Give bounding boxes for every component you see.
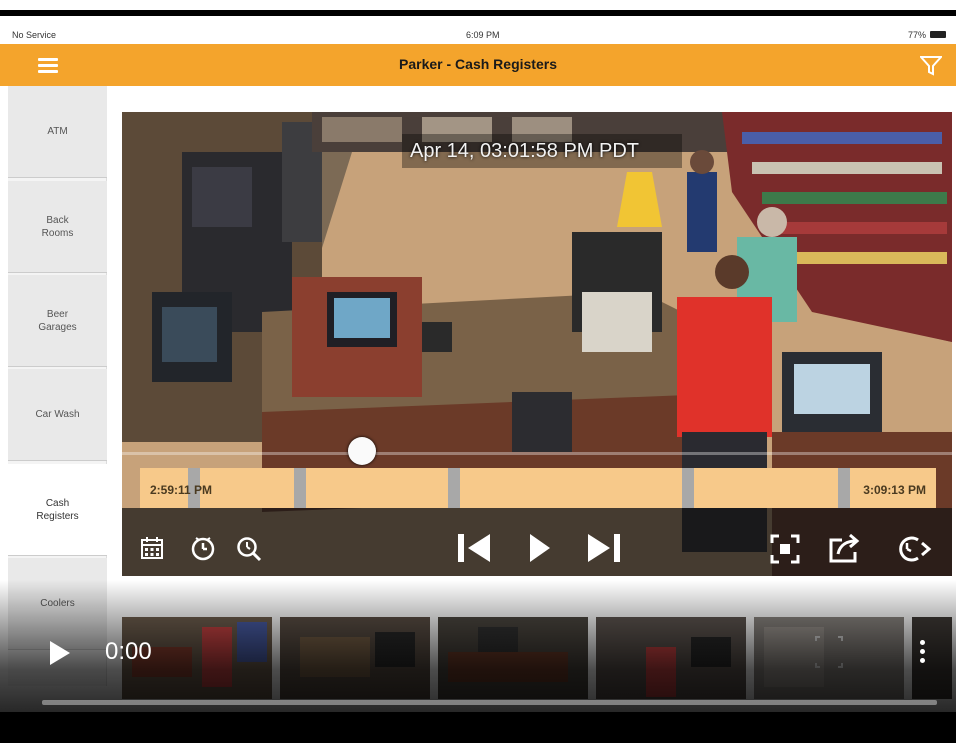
sidebar-item[interactable]: Back Rooms — [8, 181, 107, 273]
clock-icon[interactable] — [190, 535, 216, 561]
status-bar: No Service 6:09 PM 77% — [0, 24, 956, 44]
play-icon[interactable] — [526, 532, 552, 564]
zoom-icon[interactable] — [236, 536, 262, 562]
skip-back-icon[interactable] — [454, 532, 494, 564]
page-title: Parker - Cash Registers — [399, 56, 557, 72]
timeline-start-label: 2:59:11 PM — [150, 483, 213, 497]
overlay-play-icon[interactable] — [48, 640, 72, 666]
battery-icon — [930, 31, 946, 38]
timeline-end-label: 3:09:13 PM — [863, 483, 926, 497]
app-frame: No Service 6:09 PM 77% Parker - Cash Reg… — [0, 0, 956, 743]
timeline-gap — [682, 468, 694, 508]
scrub-handle[interactable] — [348, 437, 376, 465]
timeline-gap — [294, 468, 306, 508]
fullscreen-icon[interactable] — [770, 534, 800, 564]
clock-label: 6:09 PM — [466, 30, 500, 40]
calendar-icon[interactable] — [140, 536, 164, 560]
share-icon[interactable] — [828, 532, 862, 564]
bottom-letterbox — [0, 712, 956, 743]
sidebar-item[interactable]: Car Wash — [8, 369, 107, 461]
sidebar-item[interactable]: Beer Garages — [8, 275, 107, 367]
overlay-progress-bar[interactable] — [42, 700, 937, 705]
scrub-track[interactable] — [122, 452, 952, 455]
recording-timeline[interactable]: 2:59:11 PM 3:09:13 PM — [140, 468, 936, 508]
playback-controls — [122, 508, 952, 576]
cycle-icon[interactable] — [892, 534, 932, 564]
sidebar-item[interactable]: ATM — [8, 86, 107, 178]
skip-forward-icon[interactable] — [584, 532, 624, 564]
filter-icon[interactable] — [920, 56, 942, 76]
carrier-label: No Service — [12, 30, 57, 40]
nav-bar: Parker - Cash Registers — [0, 44, 956, 86]
timeline-gap — [838, 468, 850, 508]
more-options-icon[interactable] — [916, 640, 928, 670]
video-timestamp: Apr 14, 03:01:58 PM PDT — [410, 140, 640, 162]
timeline-gap — [448, 468, 460, 508]
top-letterbox — [0, 10, 956, 16]
sidebar-item[interactable]: Cash Registers — [8, 464, 107, 556]
overlay-time-label: 0:00 — [105, 638, 152, 665]
battery-label: 77% — [907, 30, 926, 40]
